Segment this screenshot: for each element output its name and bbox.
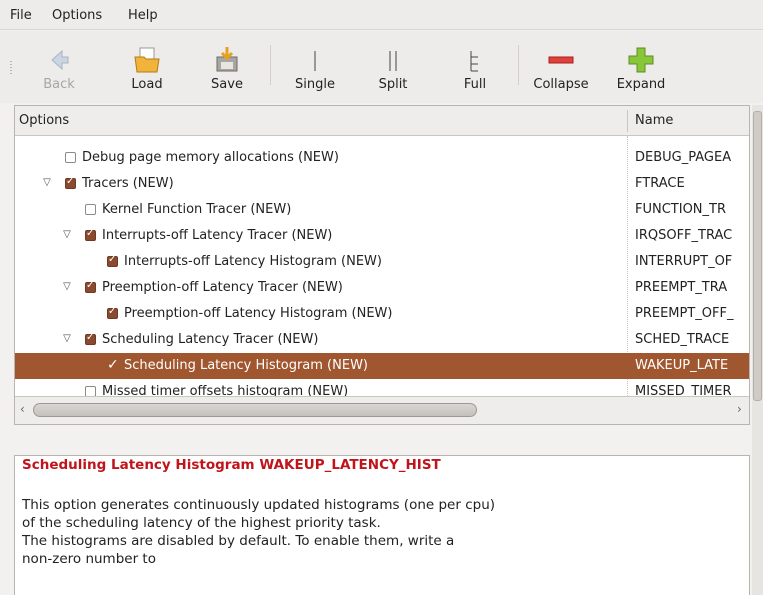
option-label: Preemption-off Latency Histogram (NEW) bbox=[124, 306, 393, 321]
single-label: Single bbox=[295, 77, 335, 92]
option-label: Preemption-off Latency Tracer (NEW) bbox=[102, 280, 343, 295]
full-tree-icon bbox=[470, 51, 478, 72]
horizontal-scroll-thumb[interactable] bbox=[33, 403, 477, 417]
minus-icon bbox=[548, 56, 574, 64]
tree-header: Options Name bbox=[15, 106, 749, 136]
expander-icon[interactable]: ▽ bbox=[61, 333, 73, 345]
column-divider[interactable] bbox=[627, 110, 628, 132]
load-label: Load bbox=[131, 77, 163, 92]
vertical-scrollbar[interactable] bbox=[752, 105, 763, 595]
option-checkbox[interactable] bbox=[85, 228, 96, 241]
toolbar-separator bbox=[518, 45, 519, 85]
description-line: The histograms are disabled by default. … bbox=[22, 533, 455, 549]
option-symbol-name: INTERRUPT_OF bbox=[635, 254, 733, 269]
collapse-label: Collapse bbox=[533, 77, 589, 92]
options-tree: Options Name Debug page memory allocatio… bbox=[14, 105, 750, 425]
tree-row[interactable]: ✓ Scheduling Latency Histogram (NEW) WAKEU… bbox=[15, 353, 749, 379]
option-symbol-name: FUNCTION_TR bbox=[635, 202, 726, 217]
expander-icon[interactable]: ▽ bbox=[41, 177, 53, 189]
checkmark-icon[interactable]: ✓ bbox=[107, 357, 119, 373]
option-label: Scheduling Latency Tracer (NEW) bbox=[102, 332, 319, 347]
tree-row[interactable]: ▽ Scheduling Latency Tracer (NEW) SCHED_TR… bbox=[15, 327, 749, 353]
column-header-name[interactable]: Name bbox=[635, 113, 673, 128]
tree-row[interactable]: Kernel Function Tracer (NEW) FUNCTION_TR bbox=[15, 197, 749, 223]
expand-label: Expand bbox=[616, 77, 666, 92]
option-label: Interrupts-off Latency Tracer (NEW) bbox=[102, 228, 333, 243]
option-checkbox[interactable] bbox=[85, 204, 96, 215]
full-view-button[interactable]: Full bbox=[440, 31, 510, 103]
option-checkbox[interactable] bbox=[107, 254, 118, 267]
option-symbol-name: PREEMPT_TRA bbox=[635, 280, 728, 295]
vertical-scroll-thumb[interactable] bbox=[753, 111, 762, 401]
option-symbol-name: SCHED_TRACE bbox=[635, 332, 730, 347]
back-arrow-icon bbox=[51, 49, 69, 71]
back-label: Back bbox=[43, 77, 75, 92]
toolbar: Back Load Save Single Split Full Collaps… bbox=[0, 31, 763, 103]
load-button[interactable]: Load bbox=[112, 31, 182, 103]
tree-row[interactable]: Interrupts-off Latency Histogram (NEW) IN… bbox=[15, 249, 749, 275]
option-checkbox[interactable] bbox=[85, 280, 96, 293]
description-line: non-zero number to bbox=[22, 551, 156, 567]
option-symbol-name: IRQSOFF_TRAC bbox=[635, 228, 733, 243]
option-label: Scheduling Latency Histogram (NEW) bbox=[124, 358, 368, 373]
option-label: Interrupts-off Latency Histogram (NEW) bbox=[124, 254, 382, 269]
menu-file[interactable]: File bbox=[10, 8, 32, 23]
expander-icon[interactable]: ▽ bbox=[61, 229, 73, 241]
single-pane-icon bbox=[314, 51, 316, 71]
back-button[interactable]: Back bbox=[24, 31, 94, 103]
tree-row[interactable]: ▽ Interrupts-off Latency Tracer (NEW) IRQS… bbox=[15, 223, 749, 249]
option-label: Debug page memory allocations (NEW) bbox=[82, 150, 339, 165]
collapse-button[interactable]: Collapse bbox=[524, 31, 598, 103]
folder-open-icon bbox=[134, 47, 160, 73]
tree-row[interactable]: ▽ Tracers (NEW) FTRACE bbox=[15, 171, 749, 197]
option-symbol-name: PREEMPT_OFF_ bbox=[635, 306, 734, 321]
option-symbol-name: DEBUG_PAGEA bbox=[635, 150, 732, 165]
full-label: Full bbox=[463, 77, 487, 92]
single-view-button[interactable]: Single bbox=[280, 31, 350, 103]
menu-help[interactable]: Help bbox=[128, 8, 158, 23]
option-symbol-name: WAKEUP_LATE bbox=[635, 358, 729, 373]
description-line: This option generates continuously updat… bbox=[22, 497, 496, 513]
scroll-right-icon[interactable]: › bbox=[737, 402, 742, 416]
option-label: Tracers (NEW) bbox=[82, 176, 174, 191]
plus-icon bbox=[628, 47, 654, 73]
split-view-button[interactable]: Split bbox=[358, 31, 428, 103]
save-disk-icon bbox=[216, 47, 238, 72]
save-button[interactable]: Save bbox=[192, 31, 262, 103]
horizontal-scrollbar[interactable]: ‹ › bbox=[15, 396, 749, 424]
option-checkbox[interactable] bbox=[65, 176, 76, 189]
toolbar-grip[interactable] bbox=[10, 61, 12, 75]
tree-row[interactable]: Debug page memory allocations (NEW) DEBUG… bbox=[15, 145, 749, 171]
option-checkbox[interactable] bbox=[107, 306, 118, 319]
split-pane-icon bbox=[389, 51, 397, 71]
column-header-options[interactable]: Options bbox=[19, 113, 69, 128]
expander-icon[interactable]: ▽ bbox=[61, 281, 73, 293]
menubar: File Options Help bbox=[0, 0, 763, 30]
option-symbol-name: FTRACE bbox=[635, 176, 685, 191]
scroll-left-icon[interactable]: ‹ bbox=[20, 402, 25, 416]
option-checkbox[interactable] bbox=[65, 152, 76, 163]
tree-row[interactable]: Preemption-off Latency Histogram (NEW) PR… bbox=[15, 301, 749, 327]
tree-row[interactable]: ▽ Preemption-off Latency Tracer (NEW) PREE… bbox=[15, 275, 749, 301]
description-line: of the scheduling latency of the highest… bbox=[22, 515, 381, 531]
option-checkbox[interactable] bbox=[85, 332, 96, 345]
description-title: Scheduling Latency Histogram WAKEUP_LATE… bbox=[22, 457, 441, 473]
save-label: Save bbox=[211, 77, 243, 92]
toolbar-separator bbox=[270, 45, 271, 85]
expand-button[interactable]: Expand bbox=[606, 31, 676, 103]
split-label: Split bbox=[378, 77, 408, 92]
option-label: Kernel Function Tracer (NEW) bbox=[102, 202, 292, 217]
menu-options[interactable]: Options bbox=[52, 8, 102, 23]
